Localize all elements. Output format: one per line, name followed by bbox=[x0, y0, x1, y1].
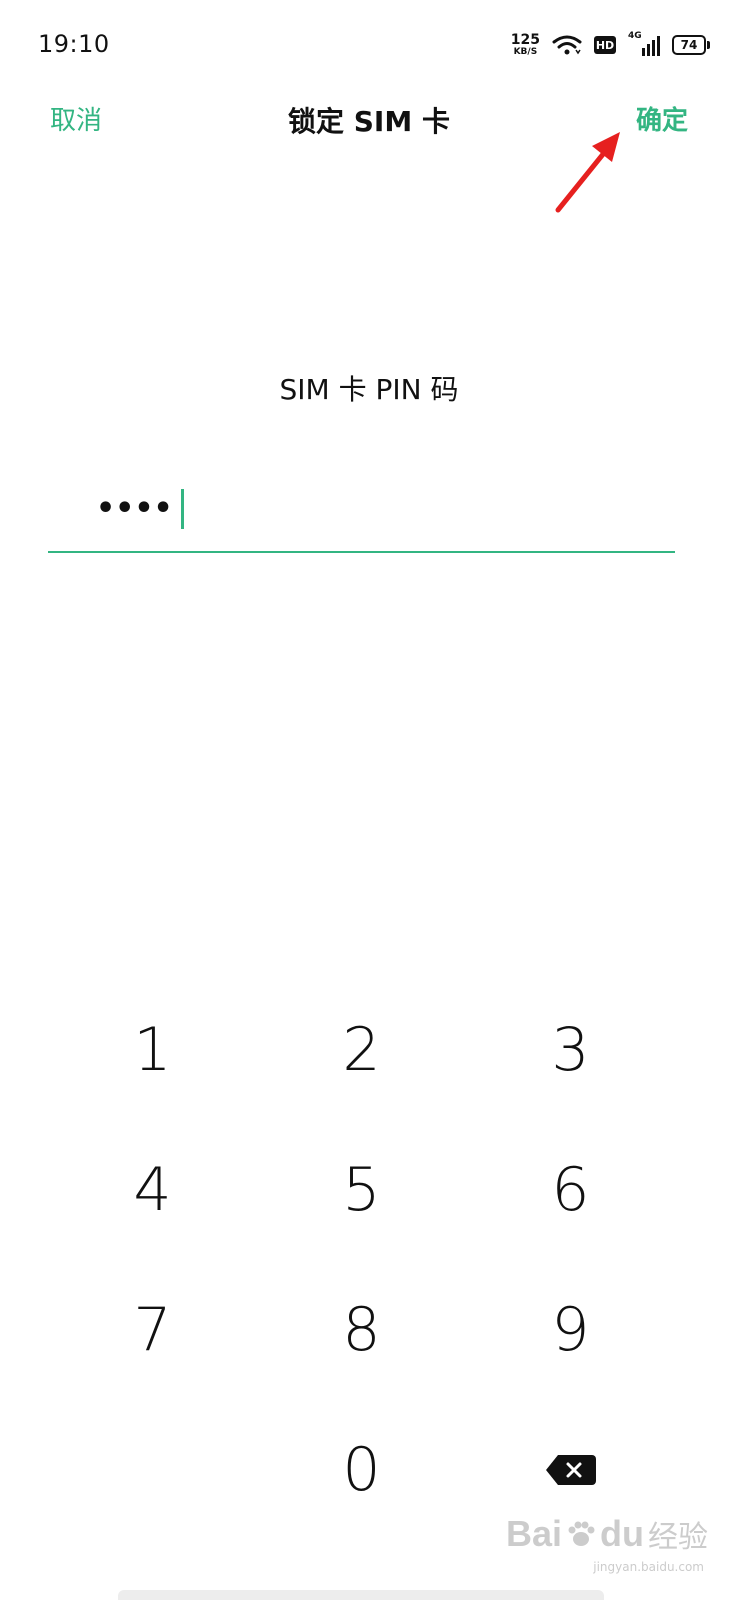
net-speed-value: 125 bbox=[510, 32, 540, 48]
watermark-brand: Bai bbox=[505, 1513, 563, 1554]
watermark-url: jingyan.baidu.com bbox=[593, 1560, 704, 1574]
key-8[interactable]: 8 bbox=[257, 1260, 466, 1400]
status-icons: 125 KB/S HD 4G 74 bbox=[511, 28, 710, 62]
key-5[interactable]: 5 bbox=[257, 1120, 466, 1260]
key-1[interactable]: 1 bbox=[48, 980, 257, 1120]
pin-label: SIM 卡 PIN 码 bbox=[279, 373, 459, 406]
battery-level: 74 bbox=[672, 35, 706, 55]
net-speed-unit: KB/S bbox=[513, 47, 538, 57]
key-9[interactable]: 9 bbox=[466, 1260, 675, 1400]
text-caret bbox=[181, 489, 184, 529]
key-0[interactable]: 0 bbox=[257, 1400, 466, 1540]
key-3[interactable]: 3 bbox=[466, 980, 675, 1120]
key-7[interactable]: 7 bbox=[48, 1260, 257, 1400]
key-6[interactable]: 6 bbox=[466, 1120, 675, 1260]
pin-input-value: •••• bbox=[96, 491, 173, 526]
cancel-button[interactable]: 取消 bbox=[50, 100, 102, 137]
key-4[interactable]: 4 bbox=[48, 1120, 257, 1260]
key-2[interactable]: 2 bbox=[257, 980, 466, 1120]
annotation-arrow-icon bbox=[555, 132, 620, 213]
pin-input[interactable]: •••• bbox=[48, 485, 675, 553]
confirm-button[interactable]: 确定 bbox=[636, 100, 688, 137]
watermark-cn: 经验 bbox=[648, 1521, 708, 1554]
net-speed: 125 KB/S bbox=[511, 33, 540, 57]
watermark-brand2: du bbox=[600, 1513, 644, 1554]
signal-icon: 4G bbox=[628, 31, 660, 56]
numeric-keypad: 1 2 3 4 5 6 7 8 9 0 bbox=[48, 980, 675, 1540]
baidu-watermark: Bai du 经验 bbox=[506, 1512, 708, 1556]
backspace-icon bbox=[545, 1455, 596, 1485]
status-time: 19:10 bbox=[38, 30, 110, 58]
paw-icon bbox=[568, 1521, 595, 1546]
hd-badge: HD bbox=[594, 36, 616, 54]
wifi-icon bbox=[552, 35, 582, 55]
battery-icon: 74 bbox=[672, 35, 710, 55]
status-bar: 19:10 125 KB/S HD 4G 74 bbox=[0, 0, 738, 90]
bottom-strip bbox=[118, 1590, 604, 1600]
